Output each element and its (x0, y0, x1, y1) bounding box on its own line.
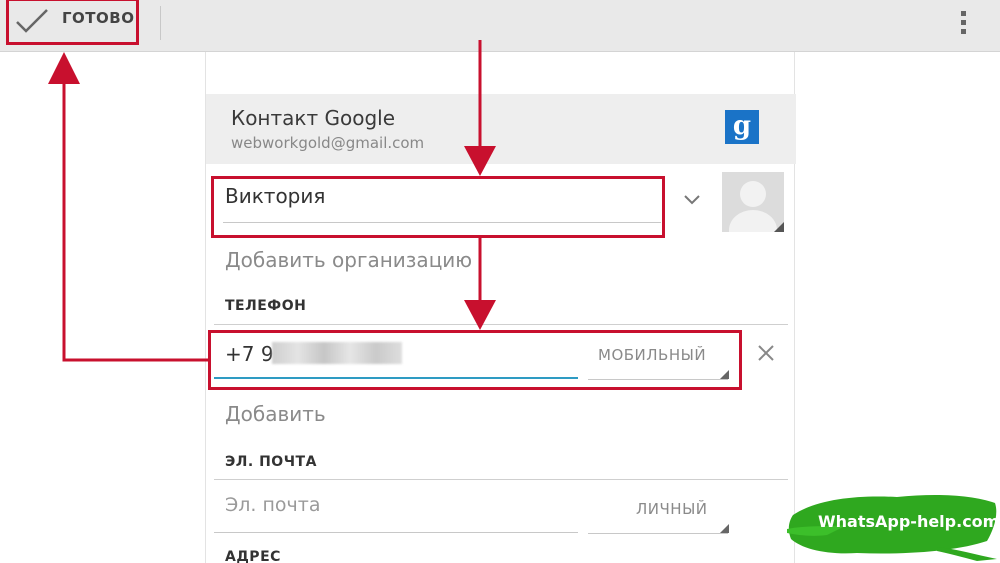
email-section-header: ЭЛ. ПОЧТА (225, 454, 317, 470)
email-section-divider (214, 479, 788, 480)
close-icon[interactable] (755, 342, 777, 364)
toolbar-divider (160, 6, 161, 40)
watermark-text: WhatsApp-help.com (818, 512, 1000, 531)
more-vert-icon[interactable] (950, 4, 976, 40)
google-icon: g (725, 110, 759, 144)
name-highlight-box (211, 176, 665, 238)
chevron-down-icon[interactable] (682, 192, 702, 208)
account-title: Контакт Google (231, 106, 396, 130)
address-section-header: АДРЕС (225, 549, 281, 563)
action-bar: ГОТОВО (0, 0, 1000, 52)
phone-section-divider (214, 324, 788, 325)
done-highlight-box (6, 0, 139, 45)
email-input-underline (214, 532, 578, 533)
account-email: webworkgold@gmail.com (231, 134, 425, 152)
phone-section-header: ТЕЛЕФОН (225, 298, 307, 314)
avatar-corner-indicator (774, 222, 784, 232)
account-row: Контакт Google webworkgold@gmail.com g (206, 94, 796, 164)
add-organization-link[interactable]: Добавить организацию (225, 248, 472, 272)
email-type-underline (588, 533, 728, 534)
avatar-head (740, 181, 766, 207)
add-phone-link[interactable]: Добавить (225, 402, 326, 426)
email-type-select[interactable]: ЛИЧНЫЙ (636, 500, 708, 518)
email-input[interactable]: Эл. почта (225, 494, 320, 516)
email-type-dropdown-indicator (720, 524, 729, 533)
contact-edit-card: Контакт Google webworkgold@gmail.com g В… (205, 52, 796, 563)
contact-photo-avatar[interactable] (722, 172, 784, 232)
phone-highlight-box (208, 330, 742, 390)
avatar-body (729, 210, 777, 232)
